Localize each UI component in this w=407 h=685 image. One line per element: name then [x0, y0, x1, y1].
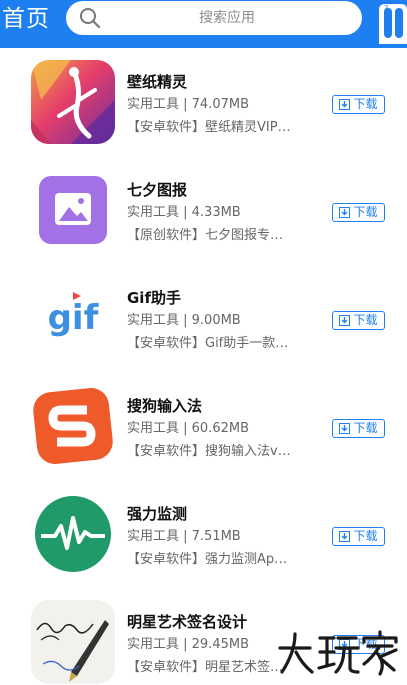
svg-text:gif: gif — [48, 298, 100, 338]
top-header: 首页 搜索应用 2 — [0, 0, 407, 48]
download-icon — [339, 315, 351, 326]
app-description: 【安卓软件】壁纸精灵VIP… — [127, 120, 291, 135]
app-meta: 实用工具 | 7.51MB — [127, 529, 241, 544]
download-icon — [339, 207, 351, 218]
gif-helper-icon: gif — [31, 276, 115, 360]
search-placeholder: 搜索应用 — [199, 10, 255, 26]
qixi-picture-icon — [31, 168, 115, 252]
svg-text:2: 2 — [384, 4, 388, 12]
app-description: 【安卓软件】强力监测Ap… — [127, 552, 288, 567]
app-meta: 实用工具 | 29.45MB — [127, 637, 249, 652]
download-label: 下载 — [353, 421, 378, 435]
app-meta: 实用工具 | 74.07MB — [127, 97, 249, 112]
list-item[interactable]: 七夕图报 实用工具 | 4.33MB 【原创软件】七夕图报专… 下载 — [0, 158, 407, 266]
app-meta: 实用工具 | 4.33MB — [127, 205, 241, 220]
app-description: 【原创软件】七夕图报专… — [127, 228, 284, 243]
wallpaper-spirit-icon — [31, 60, 115, 144]
list-item[interactable]: gif Gif助手 实用工具 | 9.00MB 【安卓软件】Gif助手一款… 下… — [0, 266, 407, 374]
user-icon[interactable]: 2 — [373, 0, 407, 44]
app-name: 明星艺术签名设计 — [127, 613, 248, 631]
app-description: 【安卓软件】搜狗输入法v… — [127, 444, 291, 459]
sogou-input-icon — [31, 384, 115, 468]
search-input[interactable]: 搜索应用 — [66, 1, 362, 35]
page-title[interactable]: 首页 — [2, 5, 50, 33]
app-meta: 实用工具 | 9.00MB — [127, 313, 241, 328]
app-name: Gif助手 — [127, 289, 181, 307]
download-button[interactable]: 下载 — [332, 203, 385, 222]
download-label: 下载 — [353, 205, 378, 219]
watermark-logo — [278, 630, 398, 676]
download-button[interactable]: 下载 — [332, 419, 385, 438]
app-name: 搜狗输入法 — [127, 397, 203, 415]
app-name: 七夕图报 — [127, 181, 188, 199]
download-label: 下载 — [353, 313, 378, 327]
download-icon — [339, 531, 351, 542]
monitor-icon — [31, 492, 115, 576]
list-item[interactable]: 搜狗输入法 实用工具 | 60.62MB 【安卓软件】搜狗输入法v… 下载 — [0, 374, 407, 482]
download-label: 下载 — [353, 529, 378, 543]
download-button[interactable]: 下载 — [332, 527, 385, 546]
download-label: 下载 — [353, 97, 378, 111]
app-name: 壁纸精灵 — [127, 73, 188, 91]
download-button[interactable]: 下载 — [332, 311, 385, 330]
signature-design-icon — [31, 600, 115, 684]
app-description: 【安卓软件】Gif助手一款… — [127, 336, 289, 351]
app-list: 壁纸精灵 实用工具 | 74.07MB 【安卓软件】壁纸精灵VIP… 下载 七夕… — [0, 50, 407, 685]
download-button[interactable]: 下载 — [332, 95, 385, 114]
app-name: 强力监测 — [127, 505, 188, 523]
download-icon — [339, 423, 351, 434]
download-icon — [339, 99, 351, 110]
list-item[interactable]: 壁纸精灵 实用工具 | 74.07MB 【安卓软件】壁纸精灵VIP… 下载 — [0, 50, 407, 158]
list-item[interactable]: 强力监测 实用工具 | 7.51MB 【安卓软件】强力监测Ap… 下载 — [0, 482, 407, 590]
app-meta: 实用工具 | 60.62MB — [127, 421, 249, 436]
